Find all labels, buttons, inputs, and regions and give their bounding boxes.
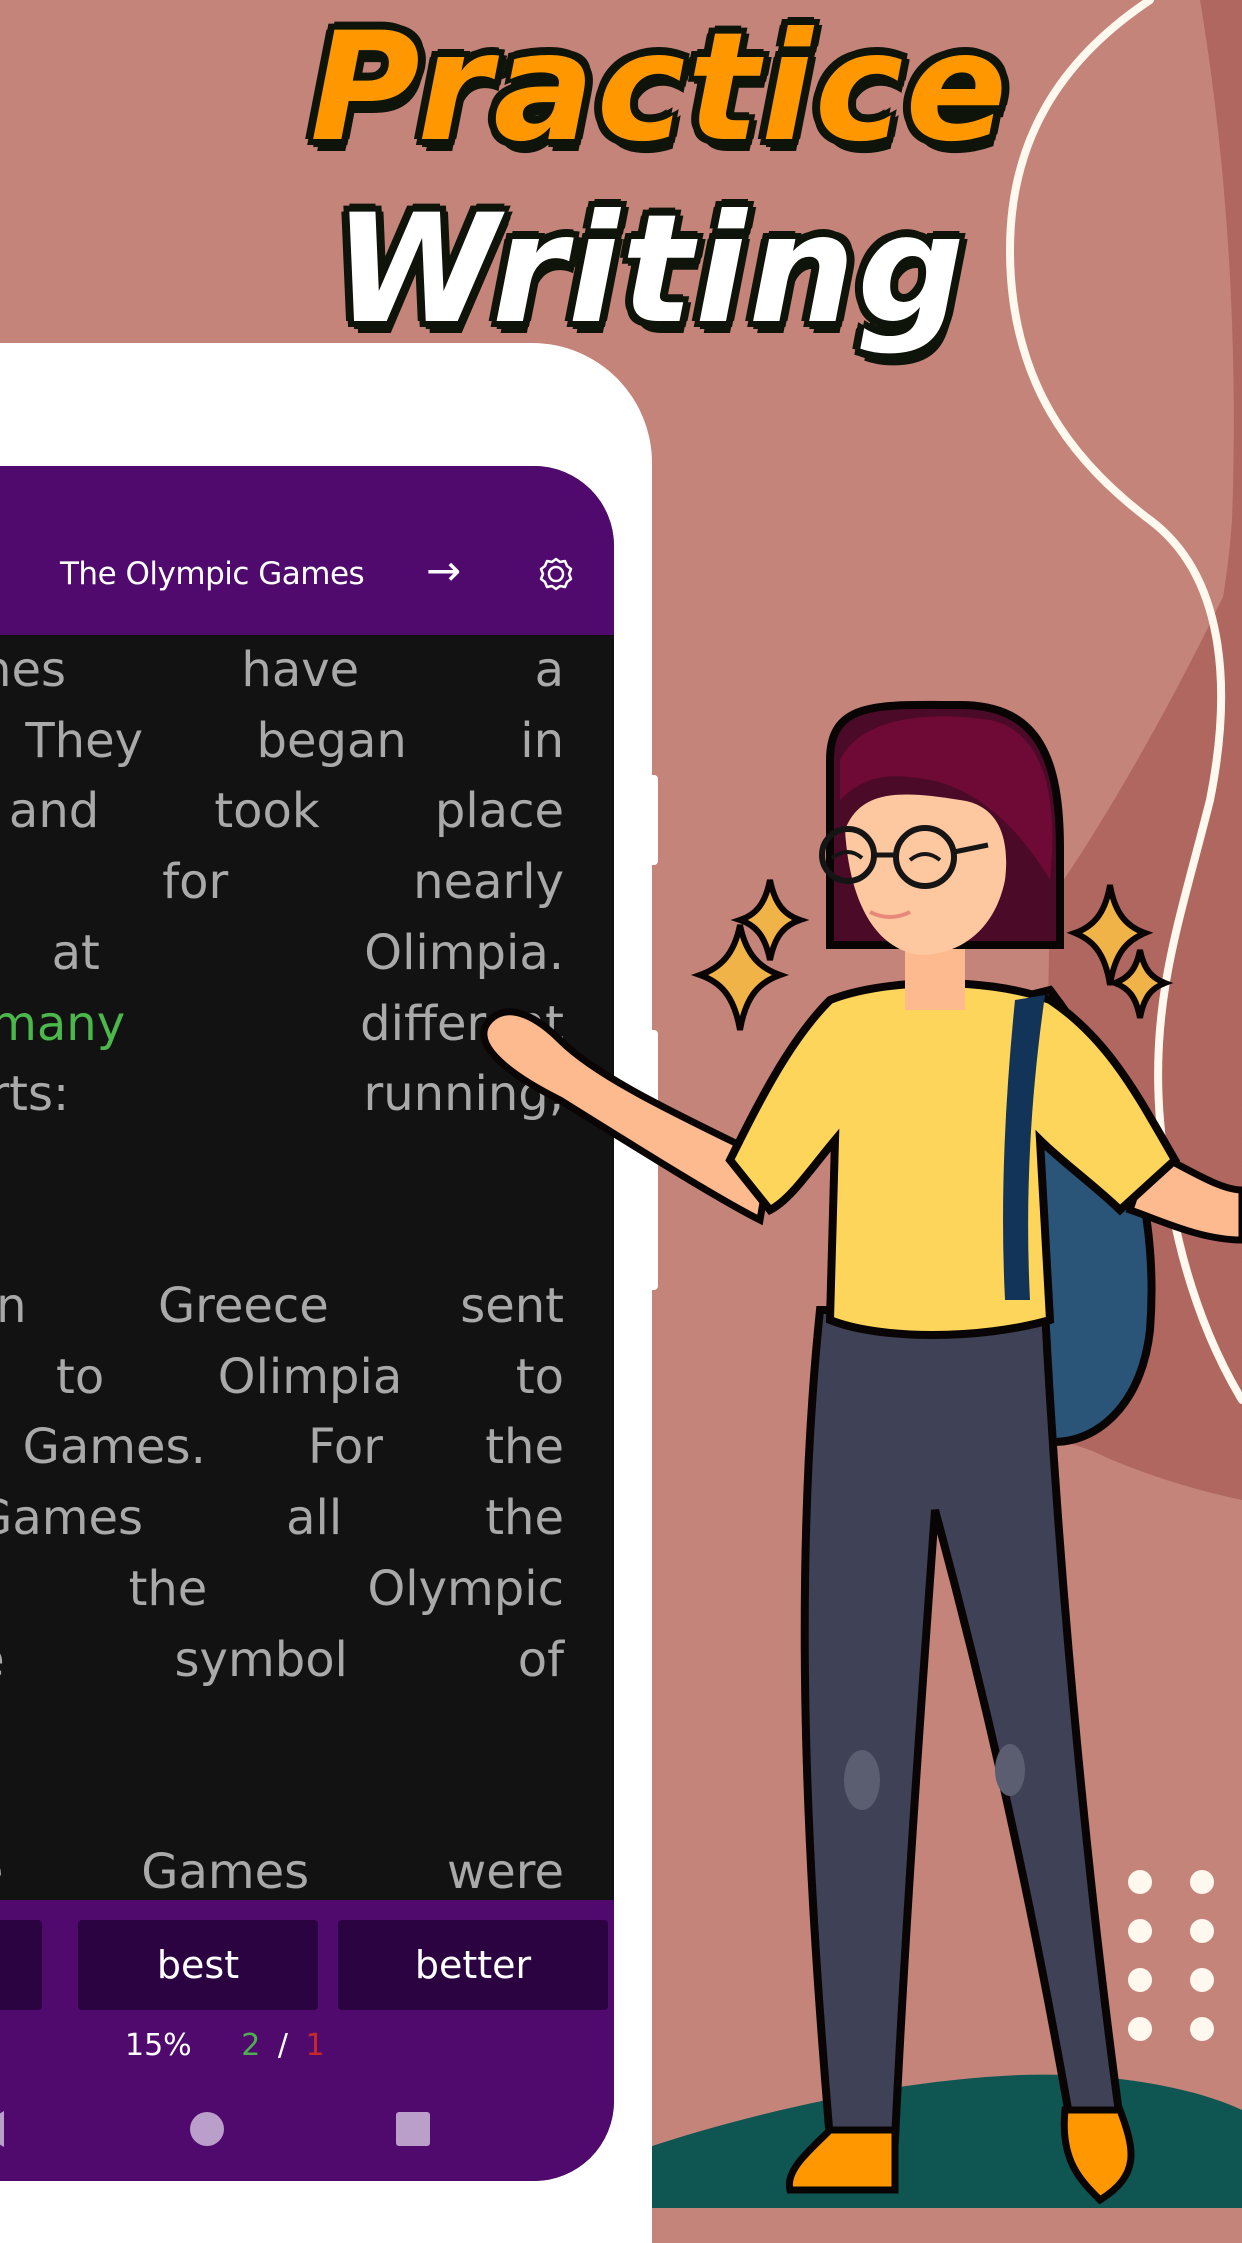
- correct-answer-word: many: [0, 995, 126, 1052]
- wrong-count: 1: [305, 2028, 325, 2063]
- passage-text: e in the Games. For the: [0, 1419, 564, 1476]
- stats-separator: /: [277, 2028, 288, 2063]
- passage-line: e in the Games. For the: [0, 1412, 564, 1483]
- passage-line: athletes to Olimpia to: [0, 1342, 564, 1413]
- passage-text: history. They began in: [0, 712, 564, 769]
- passage-line: ng history. They began in: [0, 706, 564, 777]
- passage-text: athletes to Olimpia to: [0, 1348, 564, 1405]
- passage-line: topped. So the Olympic: [0, 1554, 564, 1625]
- correct-count: 2: [241, 2028, 261, 2063]
- passage-text: topped. So the Olympic: [0, 1560, 564, 1617]
- home-circle-icon[interactable]: [190, 2112, 224, 2146]
- passage-text: different: [125, 995, 564, 1052]
- passage-text: of sports: running,: [0, 1066, 564, 1123]
- answer-option-button[interactable]: best: [78, 1920, 318, 2010]
- passage-text: centuries at Olimpia.: [0, 924, 564, 981]
- passage-text: became the symbol of: [0, 1631, 564, 1688]
- decor-dot-grid: [1128, 1870, 1228, 2050]
- passage-text: of the Games all the: [0, 1490, 564, 1547]
- passage-text: e cities in Greece sent: [0, 1278, 564, 1334]
- headline-practice: Practice: [310, 1, 1010, 175]
- decor-dot: [1128, 1968, 1152, 1992]
- passage-text: four years for nearly: [0, 854, 564, 911]
- recents-square-icon[interactable]: [396, 2112, 430, 2146]
- back-triangle-icon[interactable]: [0, 2111, 4, 2147]
- decor-dot: [1128, 1870, 1152, 1894]
- passage-line: wrestling, etc.: [0, 1130, 564, 1201]
- passage-text: . AD the Games were: [0, 1844, 564, 1900]
- decor-dot: [1190, 1968, 1214, 1992]
- settings-button[interactable]: [538, 556, 574, 592]
- passage-line: nd friendship.: [0, 1695, 564, 1766]
- background-dark-shape-lower: [1040, 560, 1242, 1500]
- app-header: The Olympic Games →: [0, 466, 614, 635]
- passage-line: . AD the Games were: [0, 1837, 564, 1900]
- gear-icon: [539, 557, 573, 591]
- reading-passage: lympic Games have a ng history. They bega…: [0, 635, 614, 1900]
- passage-line: centuries at Olimpia.: [0, 918, 564, 989]
- headline-writing: Writing: [333, 183, 967, 357]
- answer-option-button[interactable]: [0, 1920, 42, 2010]
- decor-dot: [1190, 1919, 1214, 1943]
- passage-line: in Greece and took place: [0, 776, 564, 847]
- next-button[interactable]: →: [426, 546, 461, 596]
- progress-stats: 15% 2 / 1: [125, 2028, 325, 2063]
- ground: [620, 2074, 1242, 2208]
- paragraph: e cities in Greece sent athletes to Olim…: [0, 1271, 564, 1766]
- lesson-title: The Olympic Games: [60, 556, 365, 592]
- progress-percent: 15%: [125, 2028, 192, 2063]
- passage-line: of sports: running,: [0, 1059, 564, 1130]
- passage-line: four years for nearly: [0, 847, 564, 918]
- passage-line: became the symbol of: [0, 1625, 564, 1696]
- passage-line: e cities in Greece sent: [0, 1271, 564, 1342]
- passage-line: ncluded many different: [0, 989, 564, 1060]
- passage-line: lympic Games have a: [0, 635, 564, 706]
- passage-text: in Greece and took place: [0, 783, 564, 840]
- decor-dot: [1190, 2017, 1214, 2041]
- decor-dot: [1190, 1870, 1214, 1894]
- phone-screen: The Olympic Games → lympic Games have a n…: [0, 466, 614, 2181]
- paragraph: lympic Games have a ng history. They bega…: [0, 635, 564, 1201]
- phone-side-button: [646, 775, 658, 865]
- paragraph: . AD the Games were: [0, 1837, 564, 1900]
- decor-dot: [1128, 2017, 1152, 2041]
- arrow-right-icon: →: [426, 546, 462, 595]
- answer-option-button[interactable]: better: [338, 1920, 608, 2010]
- answer-panel: best better 15% 2 / 1: [0, 1900, 614, 2181]
- passage-text: lympic Games have a: [0, 642, 564, 698]
- decor-dot: [1128, 1919, 1152, 1943]
- phone-volume-button: [646, 1030, 658, 1290]
- passage-line: of the Games all the: [0, 1483, 564, 1554]
